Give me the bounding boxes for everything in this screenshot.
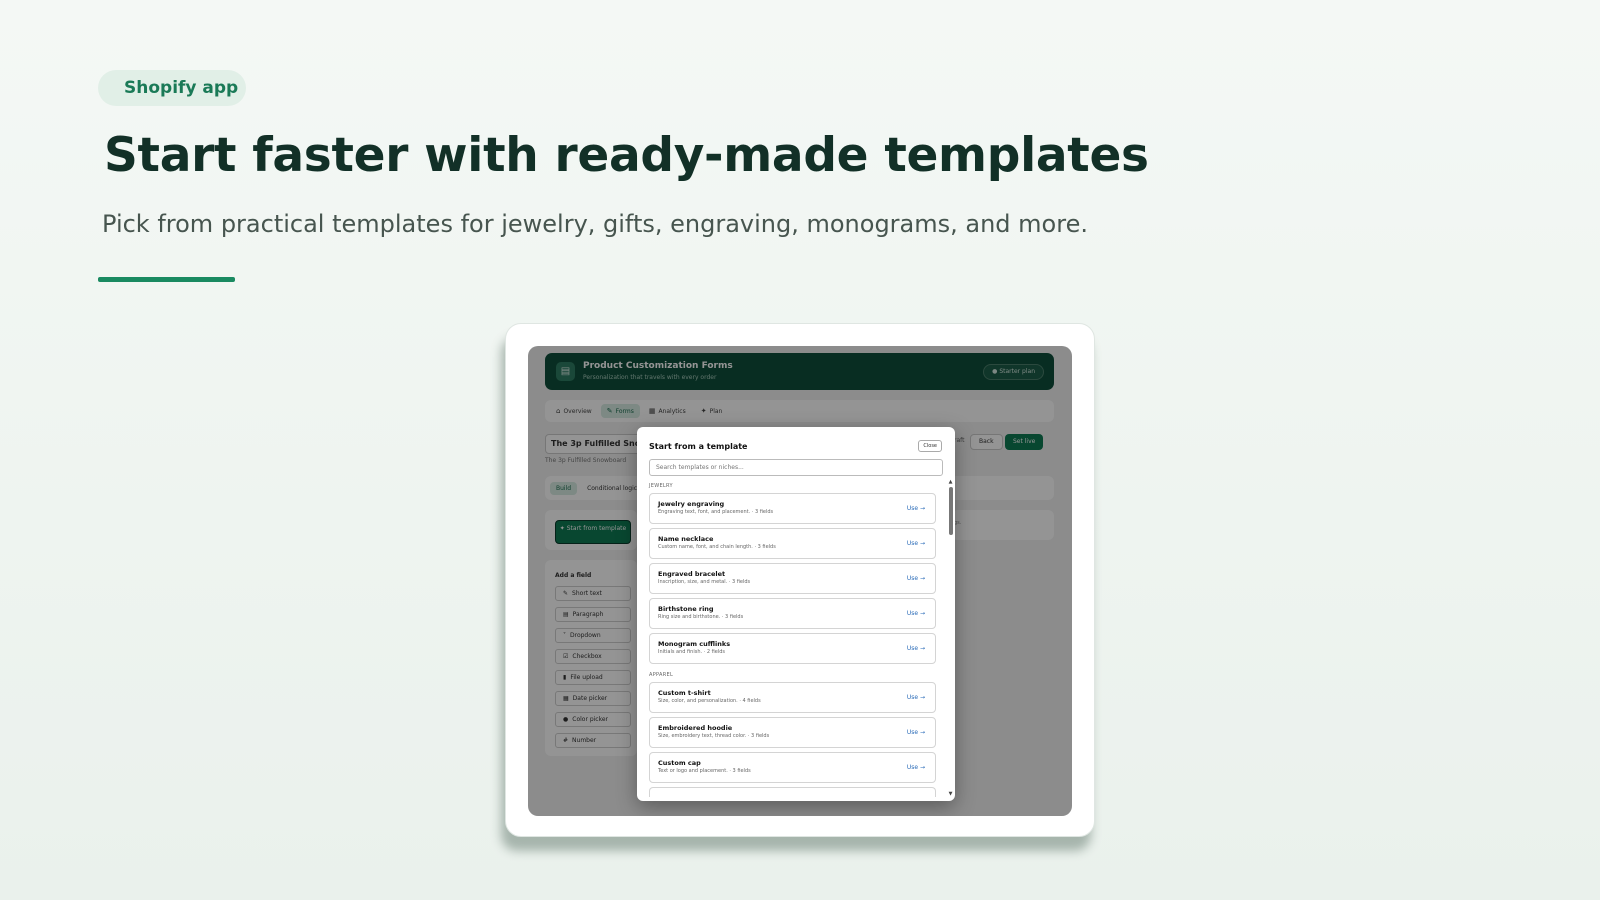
use-template-link[interactable]: Use → — [907, 729, 925, 736]
template-name: Custom cap — [658, 759, 701, 767]
use-template-link[interactable]: Use → — [907, 694, 925, 701]
app-screenshot: ▤ Product Customization Forms Personaliz… — [528, 346, 1072, 816]
modal-scrollbar[interactable]: ▲ ▼ — [948, 479, 953, 797]
template-name: Birthstone ring — [658, 605, 714, 613]
use-template-link[interactable]: Use → — [907, 575, 925, 582]
page-headline: Start faster with ready-made templates — [104, 128, 1149, 183]
use-template-link[interactable]: Use → — [907, 610, 925, 617]
section-label-jewelry: JEWELRY — [649, 483, 673, 489]
template-name: Embroidered hoodie — [658, 724, 733, 732]
template-card-partial[interactable] — [649, 787, 936, 797]
use-template-link[interactable]: Use → — [907, 764, 925, 771]
scroll-up-icon[interactable]: ▲ — [948, 479, 953, 485]
template-desc: Custom name, font, and chain length. · 3… — [658, 544, 776, 550]
accent-divider — [98, 277, 235, 282]
template-name: Custom t-shirt — [658, 689, 711, 697]
template-modal: Start from a template Close JEWELRY Jewe… — [637, 427, 955, 801]
use-template-link[interactable]: Use → — [907, 645, 925, 652]
template-birthstone-ring[interactable]: Birthstone ring Ring size and birthstone… — [649, 598, 936, 629]
template-desc: Initials and finish. · 2 fields — [658, 649, 726, 655]
template-desc: Text or logo and placement. · 3 fields — [658, 768, 751, 774]
template-desc: Engraving text, font, and placement. · 3… — [658, 509, 774, 515]
scroll-down-icon[interactable]: ▼ — [948, 791, 953, 797]
template-custom-cap[interactable]: Custom cap Text or logo and placement. ·… — [649, 752, 936, 783]
template-monogram-cufflinks[interactable]: Monogram cufflinks Initials and finish. … — [649, 633, 936, 664]
page-subheadline: Pick from practical templates for jewelr… — [102, 210, 1088, 238]
section-label-apparel: APPAREL — [649, 672, 674, 678]
use-template-link[interactable]: Use → — [907, 505, 925, 512]
scroll-thumb[interactable] — [948, 487, 953, 535]
template-name-necklace[interactable]: Name necklace Custom name, font, and cha… — [649, 528, 936, 559]
template-desc: Size, embroidery text, thread color. · 3… — [658, 733, 770, 739]
template-desc: Inscription, size, and metal. · 3 fields — [658, 579, 751, 585]
modal-title: Start from a template — [649, 442, 748, 451]
template-name: Engraved bracelet — [658, 570, 726, 578]
shopify-app-badge: Shopify app — [98, 70, 247, 106]
template-name: Jewelry engraving — [658, 500, 725, 508]
app-window: ▤ Product Customization Forms Personaliz… — [528, 346, 1072, 816]
template-jewelry-engraving[interactable]: Jewelry engraving Engraving text, font, … — [649, 493, 936, 524]
template-search-input[interactable] — [649, 459, 943, 476]
use-template-link[interactable]: Use → — [907, 540, 925, 547]
template-custom-t-shirt[interactable]: Custom t-shirt Size, color, and personal… — [649, 682, 936, 713]
template-desc: Ring size and birthstone. · 3 fields — [658, 614, 744, 620]
close-button[interactable]: Close — [918, 440, 942, 452]
template-engraved-bracelet[interactable]: Engraved bracelet Inscription, size, and… — [649, 563, 936, 594]
template-list: JEWELRY Jewelry engraving Engraving text… — [649, 483, 937, 797]
template-name: Name necklace — [658, 535, 714, 543]
template-embroidered-hoodie[interactable]: Embroidered hoodie Size, embroidery text… — [649, 717, 936, 748]
template-desc: Size, color, and personalization. · 4 fi… — [658, 698, 761, 704]
template-name: Monogram cufflinks — [658, 640, 731, 648]
device-frame: ▤ Product Customization Forms Personaliz… — [505, 323, 1095, 837]
